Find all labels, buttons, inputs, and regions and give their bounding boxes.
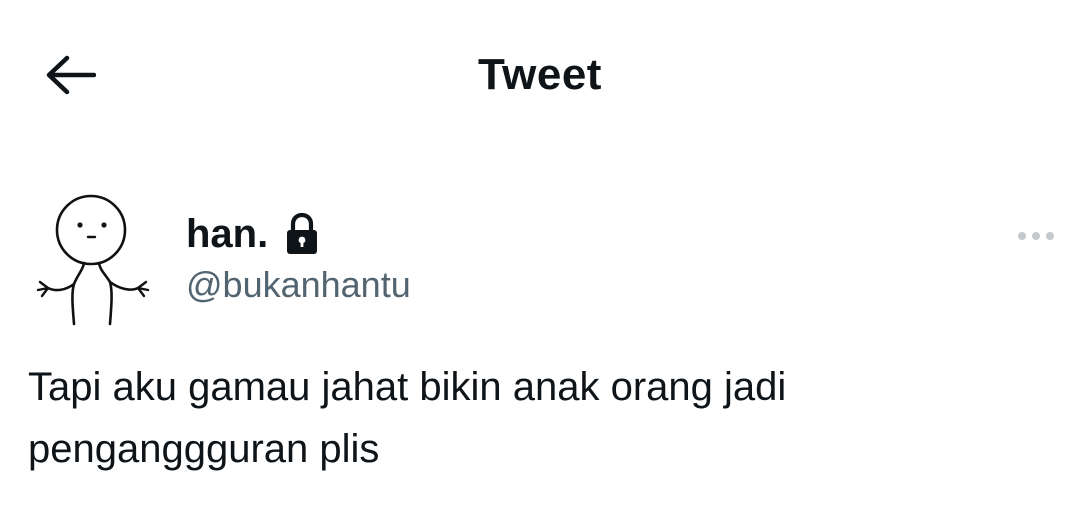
shrugging-figure-image <box>26 192 162 328</box>
page-title: Tweet <box>478 50 602 99</box>
more-options-button[interactable] <box>1008 220 1064 252</box>
lock-icon <box>282 210 322 258</box>
display-name[interactable]: han. <box>186 205 268 263</box>
avatar[interactable] <box>26 192 162 328</box>
name-row: han. <box>186 205 411 263</box>
author-info: han. @bukanhantu <box>186 205 411 308</box>
user-handle[interactable]: @bukanhantu <box>186 262 411 308</box>
tweet-text: Tapi aku gamau jahat bikin anak orang ja… <box>28 365 787 471</box>
top-bar: Tweet <box>0 0 1080 150</box>
more-horizontal-icon <box>1018 232 1054 240</box>
